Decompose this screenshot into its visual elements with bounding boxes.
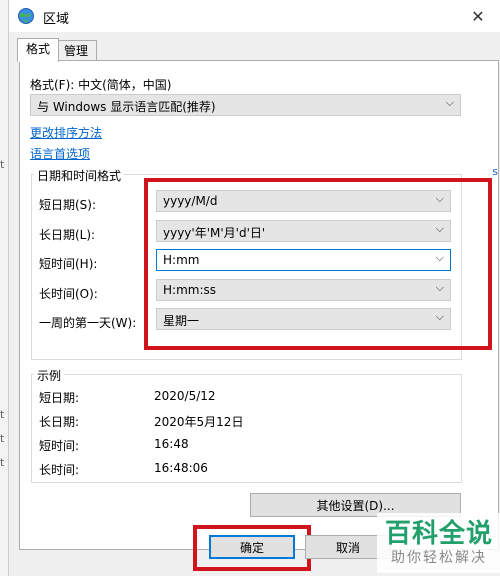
format-tab-panel: 格式(F): 中文(简体，中国) 与 Windows 显示语言匹配(推荐) ⌵ … <box>19 60 499 550</box>
ok-highlight-annotation-box <box>193 525 311 571</box>
background-text-fragment: s <box>492 165 498 178</box>
chevron-down-icon: ⌵ <box>445 96 454 109</box>
globe-icon <box>18 8 34 24</box>
watermark-subtitle: 助你轻松解决 <box>391 550 487 566</box>
watermark: 百科全说 助你轻松解决 <box>377 513 500 573</box>
close-button[interactable]: ✕ <box>455 0 500 32</box>
close-icon: ✕ <box>471 6 485 26</box>
background-text-fragment: t <box>0 408 5 421</box>
example-short-time-label: 短时间: <box>39 439 80 453</box>
window-title: 区域 <box>43 12 70 27</box>
background-text-fragment: t <box>0 158 5 171</box>
language-preferences-link[interactable]: 语言首选项 <box>30 145 90 162</box>
examples-group <box>31 374 462 483</box>
example-long-date-value: 2020年5月12日 <box>154 415 244 429</box>
background-text-fragment: t <box>0 456 5 469</box>
example-short-date-label: 短日期: <box>39 391 80 405</box>
change-sort-link[interactable]: 更改排序方法 <box>30 124 102 141</box>
example-short-date-value: 2020/5/12 <box>154 389 216 403</box>
highlight-annotation-box <box>144 178 492 350</box>
format-select-value: 与 Windows 显示语言匹配(推荐) <box>37 100 216 114</box>
tab-format[interactable]: 格式 <box>17 38 60 62</box>
short-date-label: 短日期(S): <box>39 198 97 212</box>
short-time-label: 短时间(H): <box>39 257 98 271</box>
long-date-label: 长日期(L): <box>39 228 96 242</box>
datetime-group-title: 日期和时间格式 <box>34 167 125 184</box>
watermark-title: 百科全说 <box>384 519 493 549</box>
examples-group-title: 示例 <box>34 367 65 384</box>
tab-management[interactable]: 管理 <box>55 40 98 61</box>
format-label: 格式(F): 中文(简体，中国) <box>30 78 172 92</box>
region-dialog: 区域 ✕ 格式 管理 格式(F): 中文(简体，中国) 与 Windows 显示… <box>8 0 500 576</box>
background-text-fragment: t <box>0 432 5 445</box>
example-long-date-label: 长日期: <box>39 415 80 429</box>
long-time-label: 长时间(O): <box>39 287 98 301</box>
format-select[interactable]: 与 Windows 显示语言匹配(推荐) ⌵ <box>30 94 461 116</box>
title-bar: 区域 ✕ <box>9 0 500 32</box>
example-long-time-value: 16:48:06 <box>154 461 208 475</box>
example-long-time-label: 长时间: <box>39 463 80 477</box>
first-day-of-week-label: 一周的第一天(W): <box>39 316 137 330</box>
example-short-time-value: 16:48 <box>154 437 189 451</box>
